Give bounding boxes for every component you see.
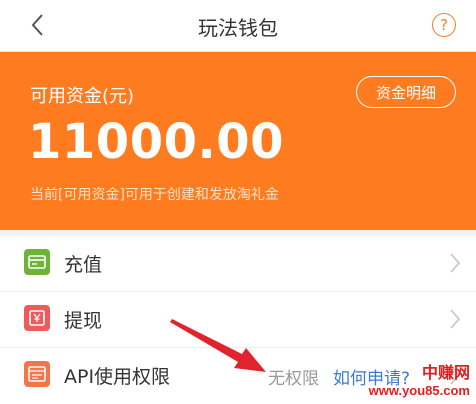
withdraw-icon: [24, 305, 50, 331]
recharge-label: 充值: [64, 254, 103, 276]
recharge-icon: [24, 249, 50, 275]
list-item-recharge[interactable]: 充值: [0, 236, 476, 292]
funds-detail-button[interactable]: 资金明细: [356, 76, 456, 108]
watermark-url: www.you85.com: [368, 383, 470, 398]
balance-note: 当前[可用资金]可用于创建和发放淘礼金: [30, 187, 279, 203]
balance-amount: 11000.00: [28, 114, 285, 170]
withdraw-label: 提现: [64, 310, 103, 332]
permission-status: 无权限: [268, 369, 319, 389]
site-watermark: 中赚网 www.you85.com: [369, 359, 470, 398]
annotation-arrow: [170, 319, 266, 372]
chevron-right-icon: [448, 251, 462, 275]
question-circle-icon[interactable]: ?: [432, 13, 456, 37]
api-permission-label: API使用权限: [64, 366, 171, 388]
api-icon: [24, 361, 50, 387]
watermark-title: 中赚网: [421, 365, 470, 382]
page-title: 玩法钱包: [198, 16, 278, 40]
chevron-right-icon: [448, 307, 462, 331]
wallet-balance-card: 可用资金(元) 资金明细 11000.00 当前[可用资金]可用于创建和发放淘礼…: [0, 52, 476, 230]
available-funds-label: 可用资金(元): [30, 86, 135, 107]
top-nav-bar: 玩法钱包 ?: [0, 0, 476, 52]
